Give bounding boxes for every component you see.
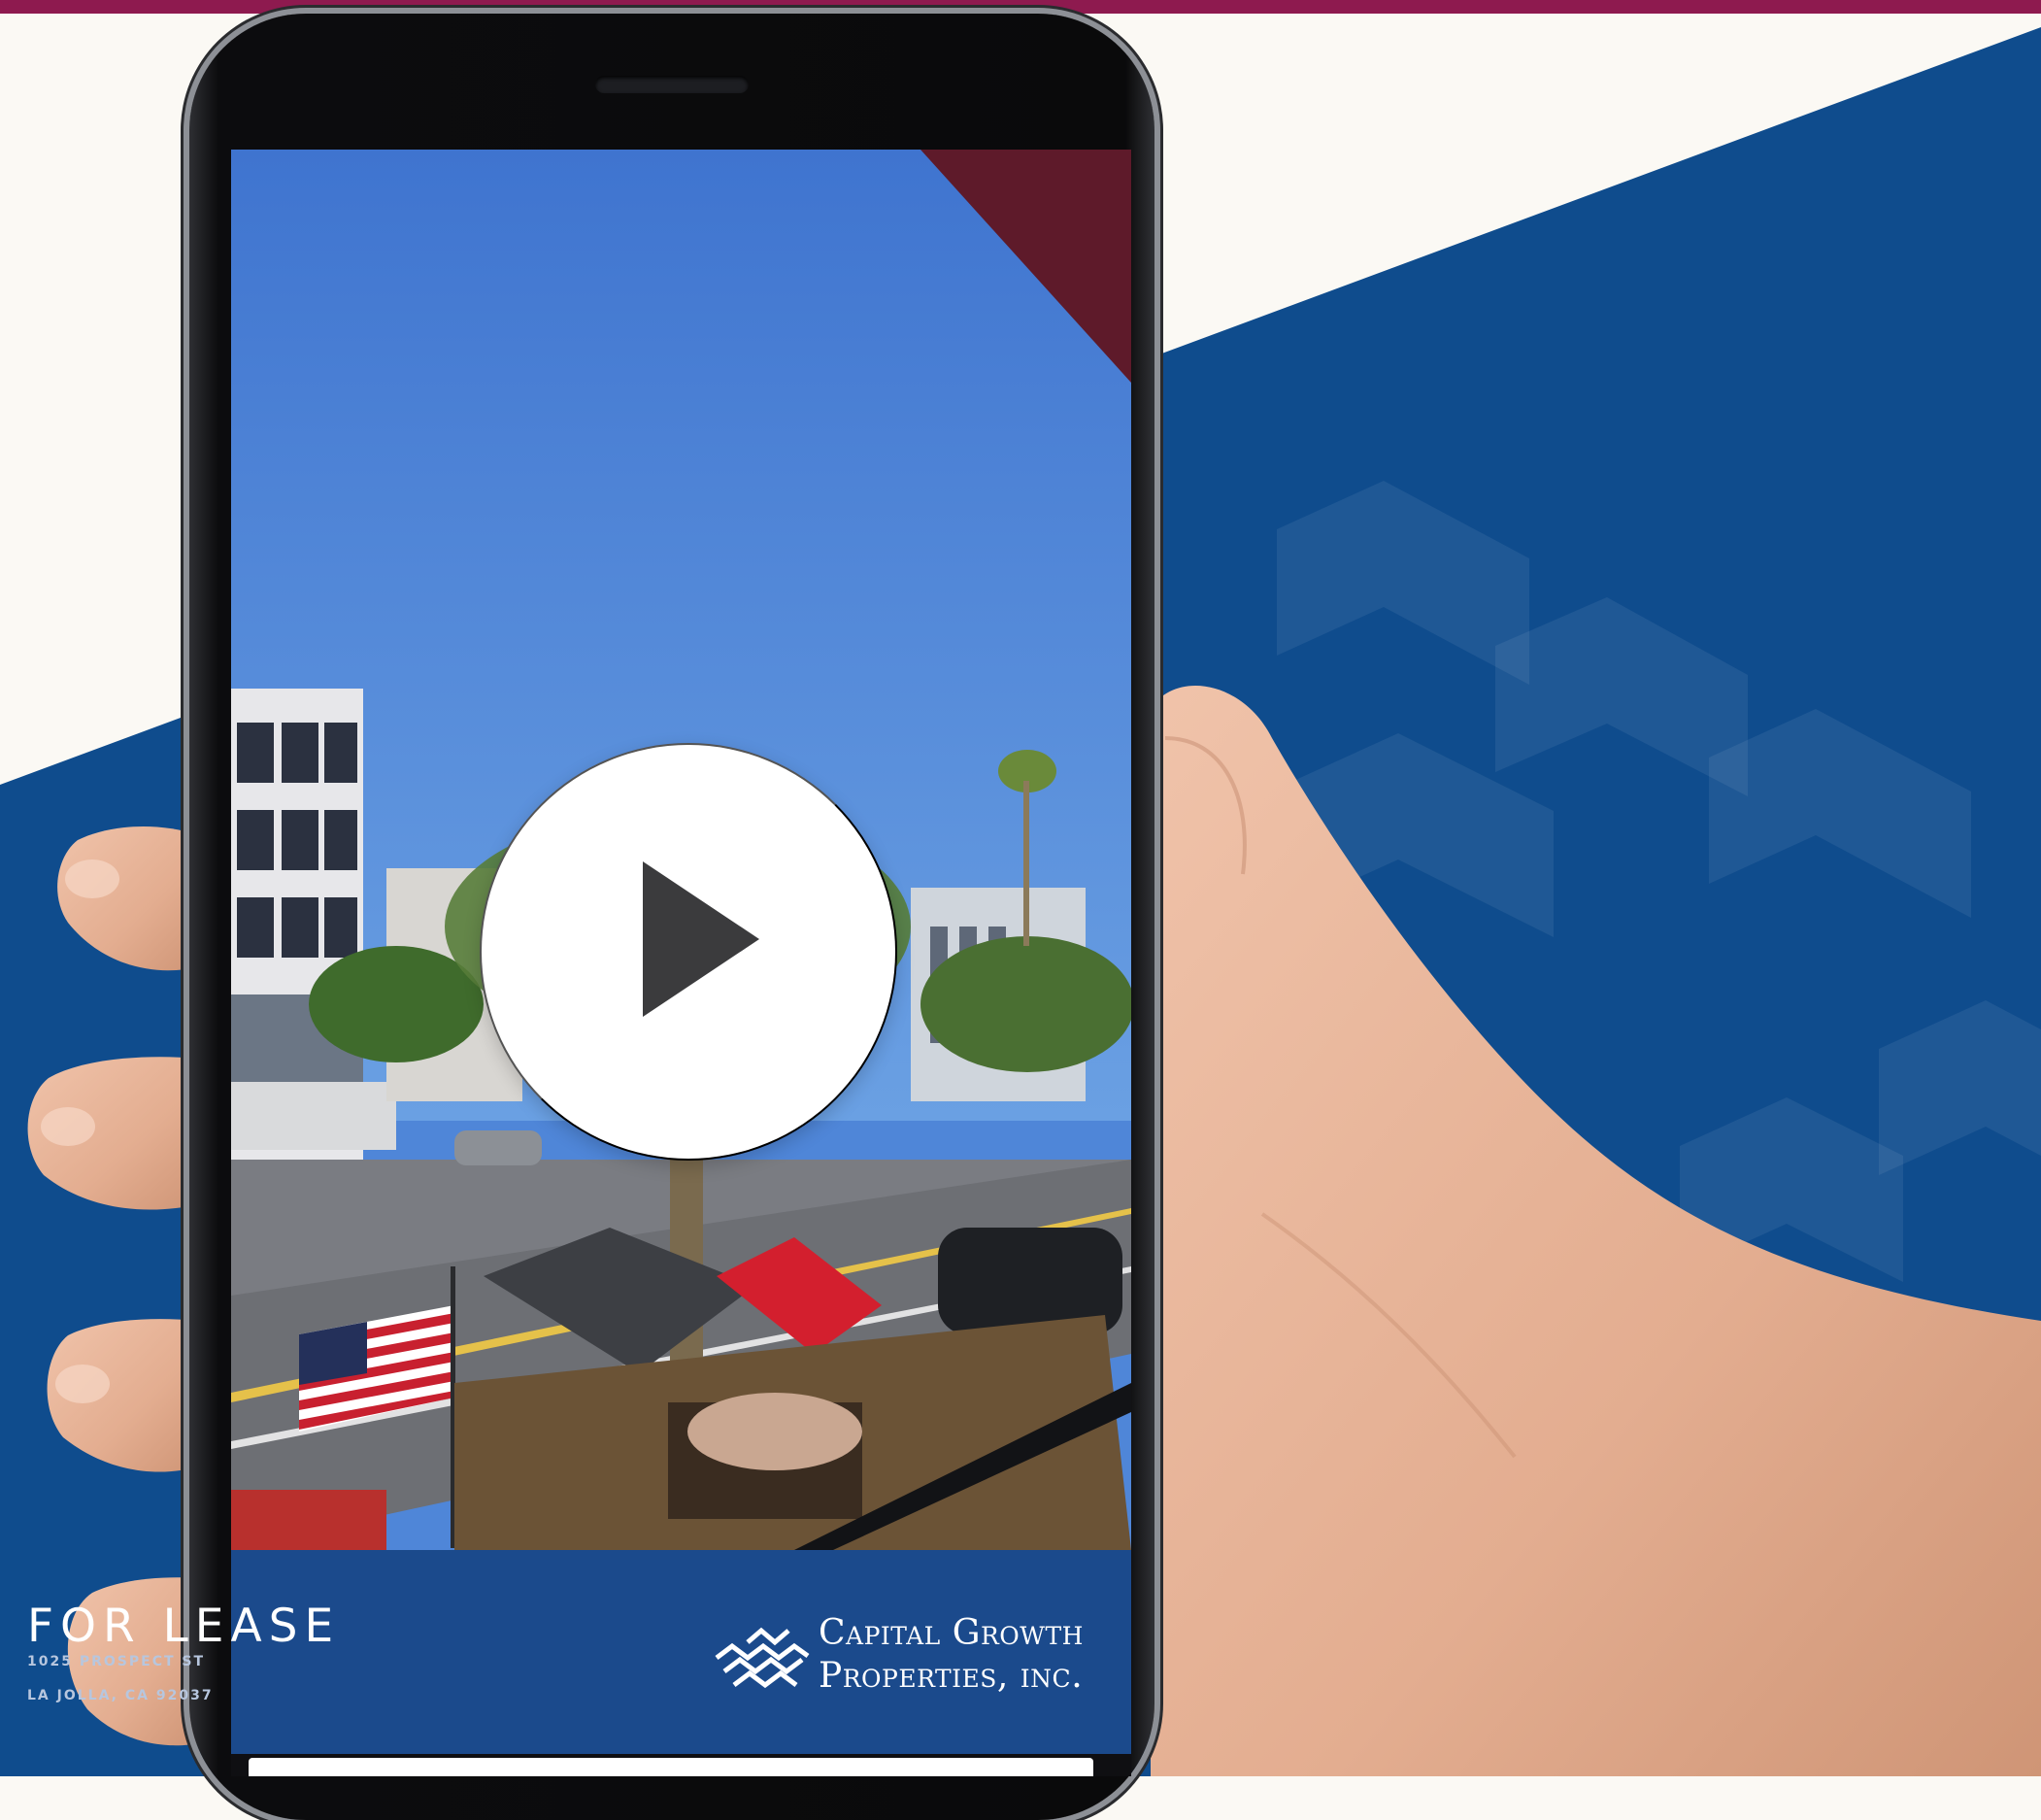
company-name-line-2: Properties, inc. [819, 1656, 1084, 1696]
play-button[interactable] [480, 743, 897, 1161]
play-icon [643, 861, 759, 1017]
screen-lower-card [249, 1758, 1093, 1776]
lease-status-title: FOR LEASE [27, 1600, 341, 1653]
company-name-line-1: Capital Growth [819, 1613, 1084, 1653]
lease-address-city: LA JOLLA, CA 92037 [27, 1688, 214, 1703]
phone-speaker-grille [595, 76, 749, 93]
capital-growth-logo-icon [715, 1627, 810, 1689]
lease-address-street: 1025 PROSPECT ST [27, 1654, 206, 1669]
company-name: Capital Growth Properties, inc. [819, 1612, 1084, 1698]
